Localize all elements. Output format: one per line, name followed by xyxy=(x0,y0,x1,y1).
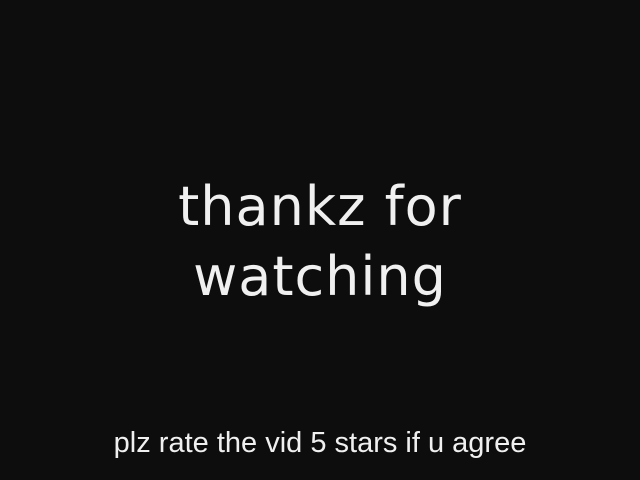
caption-text: plz rate the vid 5 stars if u agree xyxy=(113,427,527,459)
video-frame: thankz for watching plz rate the vid 5 s… xyxy=(0,0,640,480)
headline-line-1: thankz for xyxy=(178,175,462,238)
headline-line-2: watching xyxy=(193,245,447,308)
